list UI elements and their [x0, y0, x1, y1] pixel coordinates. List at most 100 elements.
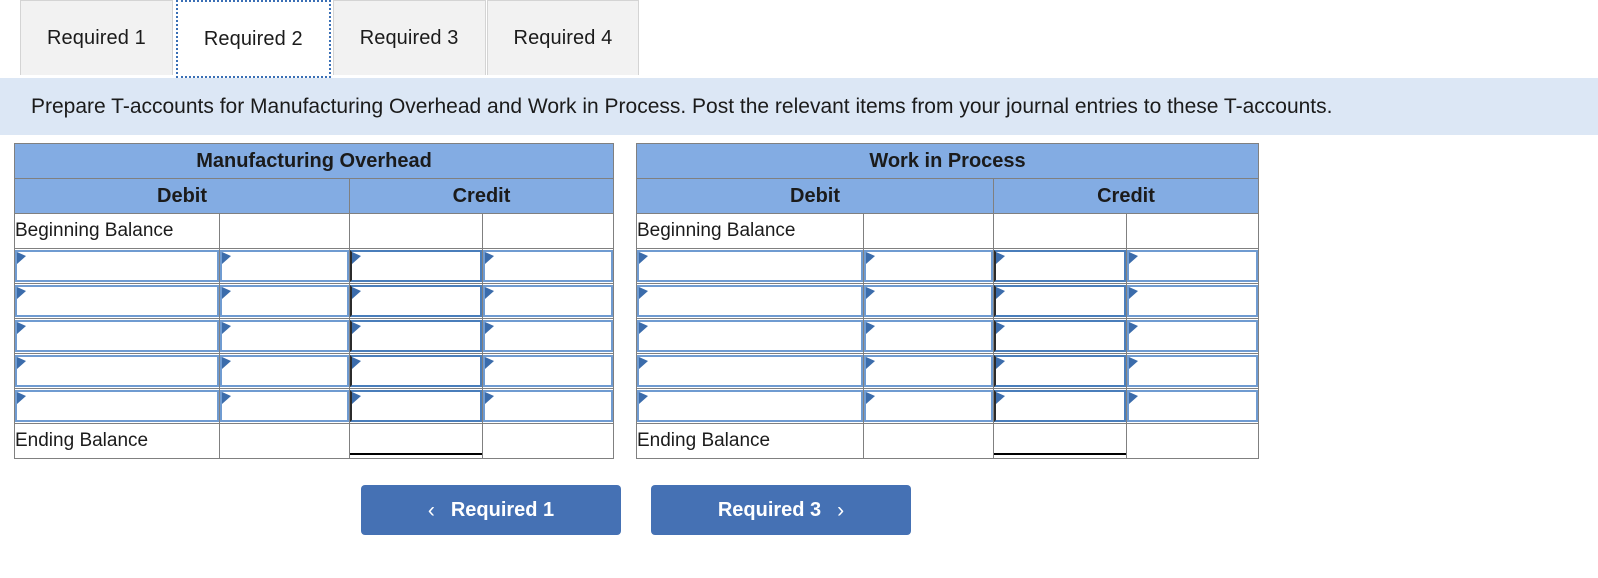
ending-balance-credit-value: [482, 423, 614, 459]
debit-label-input[interactable]: [637, 355, 863, 387]
credit-value-input[interactable]: [1127, 250, 1258, 282]
dropdown-flag-icon: [639, 287, 648, 299]
dropdown-flag-icon: [222, 322, 231, 334]
dropdown-flag-icon: [17, 287, 26, 299]
entry-row: [14, 283, 614, 319]
entry-credit-label-cell: [349, 318, 483, 354]
credit-label-input[interactable]: [994, 320, 1126, 352]
beginning-balance-row: Beginning Balance: [636, 213, 1259, 249]
entry-credit-value-cell: [1126, 318, 1259, 354]
debit-label-input[interactable]: [15, 320, 219, 352]
debit-label-input[interactable]: [15, 250, 219, 282]
credit-value-input[interactable]: [483, 320, 613, 352]
credit-label-input[interactable]: [350, 285, 482, 317]
entry-row: [14, 353, 614, 389]
instruction-banner: Prepare T-accounts for Manufacturing Ove…: [0, 78, 1598, 135]
dropdown-flag-icon: [996, 252, 1005, 264]
credit-value-input[interactable]: [483, 390, 613, 422]
dropdown-flag-icon: [1129, 357, 1138, 369]
debit-value-input[interactable]: [864, 390, 993, 422]
entry-debit-label-cell: [636, 318, 864, 354]
instruction-text: Prepare T-accounts for Manufacturing Ove…: [31, 94, 1333, 118]
t-account-title: Manufacturing Overhead: [14, 143, 614, 179]
ending-balance-row: Ending Balance: [636, 423, 1259, 459]
entry-debit-label-cell: [636, 353, 864, 389]
chevron-right-icon: ›: [837, 498, 845, 522]
dropdown-flag-icon: [485, 357, 494, 369]
dropdown-flag-icon: [1129, 322, 1138, 334]
tab-required-2[interactable]: Required 2: [175, 0, 331, 78]
beginning-balance-label: Beginning Balance: [14, 213, 220, 249]
entry-debit-label-cell: [14, 388, 220, 424]
beginning-balance-credit-label: [349, 213, 483, 249]
next-required-button[interactable]: Required 3 ›: [651, 485, 911, 535]
dropdown-flag-icon: [485, 392, 494, 404]
t-accounts-container: Manufacturing Overhead Debit Credit Begi…: [14, 143, 1259, 459]
entry-credit-label-cell: [349, 248, 483, 284]
credit-value-input[interactable]: [1127, 285, 1258, 317]
credit-label-input[interactable]: [350, 390, 482, 422]
debit-value-input[interactable]: [220, 320, 349, 352]
entry-row: [14, 248, 614, 284]
credit-label-input[interactable]: [994, 285, 1126, 317]
credit-label-input[interactable]: [994, 390, 1126, 422]
tab-required-3[interactable]: Required 3: [332, 0, 486, 75]
entry-credit-label-cell: [993, 353, 1127, 389]
debit-value-input[interactable]: [220, 355, 349, 387]
debit-label-input[interactable]: [15, 355, 219, 387]
entry-credit-value-cell: [1126, 283, 1259, 319]
debit-value-input[interactable]: [864, 285, 993, 317]
debit-value-input[interactable]: [220, 250, 349, 282]
t-account-title: Work in Process: [636, 143, 1259, 179]
credit-column-header: Credit: [349, 178, 614, 214]
entry-row: [14, 388, 614, 424]
credit-value-input[interactable]: [483, 355, 613, 387]
navigation-bar: ‹ Required 1 Required 3 ›: [0, 485, 1272, 535]
dropdown-flag-icon: [866, 392, 875, 404]
ending-balance-debit-value: [863, 423, 994, 459]
debit-value-input[interactable]: [220, 285, 349, 317]
credit-label-input[interactable]: [350, 250, 482, 282]
t-account-title-row: Manufacturing Overhead: [14, 143, 614, 179]
dropdown-flag-icon: [222, 252, 231, 264]
debit-label-input[interactable]: [637, 285, 863, 317]
credit-value-input[interactable]: [1127, 355, 1258, 387]
dropdown-flag-icon: [866, 357, 875, 369]
dropdown-flag-icon: [222, 392, 231, 404]
credit-label-input[interactable]: [350, 320, 482, 352]
dropdown-flag-icon: [352, 322, 361, 334]
entry-credit-label-cell: [349, 388, 483, 424]
credit-label-input[interactable]: [994, 355, 1126, 387]
chevron-left-icon: ‹: [427, 498, 435, 522]
debit-label-input[interactable]: [15, 390, 219, 422]
credit-value-input[interactable]: [483, 285, 613, 317]
debit-label-input[interactable]: [15, 285, 219, 317]
debit-label-input[interactable]: [637, 390, 863, 422]
debit-value-input[interactable]: [864, 250, 993, 282]
debit-value-input[interactable]: [864, 355, 993, 387]
tab-required-1[interactable]: Required 1: [20, 0, 173, 75]
dropdown-flag-icon: [639, 252, 648, 264]
credit-label-input[interactable]: [994, 250, 1126, 282]
debit-label-input[interactable]: [637, 250, 863, 282]
debit-value-input[interactable]: [220, 390, 349, 422]
dropdown-flag-icon: [17, 252, 26, 264]
credit-value-input[interactable]: [1127, 320, 1258, 352]
dropdown-flag-icon: [996, 392, 1005, 404]
entry-debit-value-cell: [219, 248, 350, 284]
entry-debit-value-cell: [219, 283, 350, 319]
debit-value-input[interactable]: [864, 320, 993, 352]
debit-label-input[interactable]: [637, 320, 863, 352]
t-account-column-header-row: Debit Credit: [636, 178, 1259, 214]
entry-credit-label-cell: [993, 388, 1127, 424]
tab-label: Required 1: [47, 26, 146, 49]
entry-row: [636, 388, 1259, 424]
ending-balance-label: Ending Balance: [14, 423, 220, 459]
tab-required-4[interactable]: Required 4: [486, 0, 640, 75]
credit-value-input[interactable]: [483, 250, 613, 282]
credit-label-input[interactable]: [350, 355, 482, 387]
credit-value-input[interactable]: [1127, 390, 1258, 422]
entry-credit-value-cell: [482, 388, 614, 424]
previous-required-button[interactable]: ‹ Required 1: [361, 485, 621, 535]
ending-balance-debit-value: [219, 423, 350, 459]
